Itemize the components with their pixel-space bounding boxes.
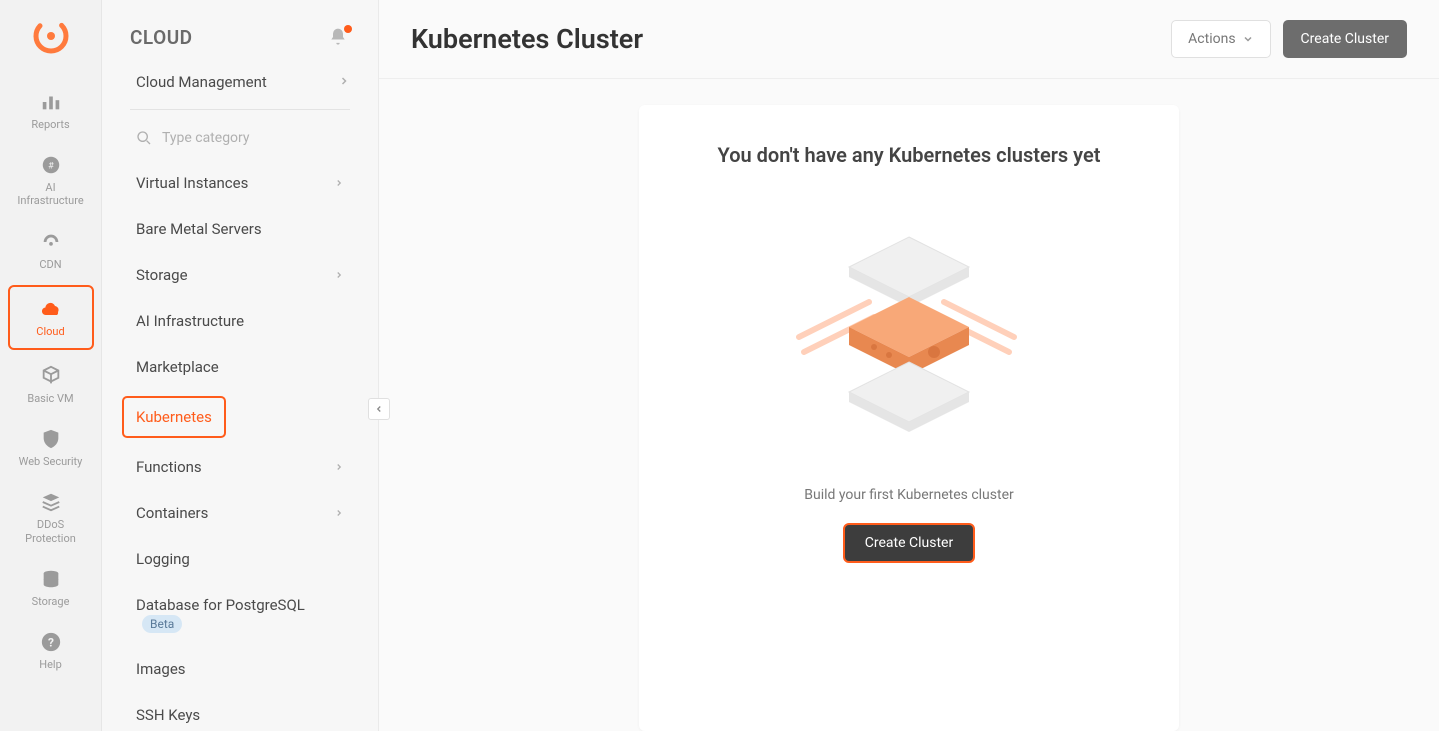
sidebar-item-label: Functions	[136, 458, 202, 476]
cloud-icon	[39, 297, 63, 321]
actions-dropdown-button[interactable]: Actions	[1171, 20, 1270, 58]
rail-item-storage[interactable]: Storage	[8, 559, 94, 616]
rail-item-label: DDoS Protection	[12, 518, 90, 544]
notifications-button[interactable]	[328, 27, 350, 49]
chevron-right-icon	[334, 266, 344, 284]
sidebar-item-ai-infra[interactable]: AI Infrastructure	[122, 298, 358, 344]
sidebar-item-virtual-instances[interactable]: Virtual Instances	[122, 160, 358, 206]
speedometer-icon	[39, 230, 63, 254]
empty-state-card: You don't have any Kubernetes clusters y…	[639, 105, 1179, 731]
rail-item-basic-vm[interactable]: Basic VM	[8, 356, 94, 413]
chevron-right-icon	[334, 174, 344, 192]
rail-item-label: AI Infrastructure	[12, 181, 90, 207]
sidebar-top-link-label: Cloud Management	[136, 73, 267, 91]
sidebar-item-images[interactable]: Images	[122, 646, 358, 692]
chevron-right-icon	[334, 504, 344, 522]
sidebar-item-label: Containers	[136, 504, 208, 522]
rail-item-ddos[interactable]: DDoS Protection	[8, 482, 94, 552]
sidebar-item-label: Images	[136, 660, 186, 678]
sidebar-item-logging[interactable]: Logging	[122, 536, 358, 582]
sidebar-item-postgres[interactable]: Database for PostgreSQL Beta	[122, 582, 358, 646]
chevron-right-icon	[338, 73, 350, 91]
sidebar-item-ssh-keys[interactable]: SSH Keys	[122, 692, 358, 731]
sidebar-item-label: Logging	[136, 550, 190, 568]
shield-icon	[39, 427, 63, 451]
main-header: Kubernetes Cluster Actions Create Cluste…	[379, 0, 1439, 79]
rail-item-label: Help	[39, 658, 62, 671]
chevron-down-icon	[1242, 33, 1254, 45]
search-box[interactable]	[102, 122, 378, 160]
sidebar-item-marketplace[interactable]: Marketplace	[122, 344, 358, 390]
rail-item-label: CDN	[39, 258, 61, 271]
create-cluster-button[interactable]: Create Cluster	[1283, 20, 1407, 58]
rail-item-label: Web Security	[19, 455, 83, 468]
beta-badge: Beta	[142, 615, 182, 633]
rail-item-cloud[interactable]: Cloud	[8, 285, 94, 350]
layers-icon	[39, 490, 63, 514]
sidebar-list: Virtual Instances Bare Metal Servers Sto…	[102, 160, 378, 731]
sidebar-item-label: Marketplace	[136, 358, 219, 376]
notification-dot-icon	[344, 25, 352, 33]
sidebar-item-label: AI Infrastructure	[136, 312, 244, 330]
sidebar-title: CLOUD	[130, 26, 193, 49]
rail-item-reports[interactable]: Reports	[8, 82, 94, 139]
sidebar-item-label: Virtual Instances	[136, 174, 248, 192]
rail-item-label: Cloud	[36, 325, 64, 338]
sidebar-item-label: Storage	[136, 266, 188, 284]
bar-chart-icon	[39, 90, 63, 114]
svg-text:#: #	[48, 162, 54, 172]
sidebar-item-storage[interactable]: Storage	[122, 252, 358, 298]
rail-item-cdn[interactable]: CDN	[8, 222, 94, 279]
rail-item-web-security[interactable]: Web Security	[8, 419, 94, 476]
sidebar-collapse-button[interactable]	[368, 398, 390, 420]
sidebar-item-label: Database for PostgreSQL	[136, 596, 305, 614]
secondary-sidebar: CLOUD Cloud Management Virtual Instances…	[102, 0, 379, 731]
sidebar-item-label: Kubernetes	[136, 408, 212, 426]
button-label: Actions	[1188, 31, 1235, 47]
main-body: You don't have any Kubernetes clusters y…	[379, 79, 1439, 731]
chip-icon: #	[39, 153, 63, 177]
brand-logo[interactable]	[33, 18, 69, 54]
divider	[130, 109, 350, 110]
cluster-illustration-icon	[779, 207, 1039, 447]
sidebar-item-label: Bare Metal Servers	[136, 220, 262, 238]
rail-item-label: Storage	[32, 595, 70, 608]
rail-item-label: Basic VM	[27, 392, 73, 405]
help-icon: ?	[39, 630, 63, 654]
sidebar-item-containers[interactable]: Containers	[122, 490, 358, 536]
svg-text:?: ?	[48, 635, 54, 649]
search-icon	[136, 130, 152, 146]
chevron-left-icon	[374, 404, 384, 414]
sidebar-item-bare-metal[interactable]: Bare Metal Servers	[122, 206, 358, 252]
rail-item-help[interactable]: ? Help	[8, 622, 94, 679]
sidebar-item-label: SSH Keys	[136, 706, 200, 724]
create-cluster-cta-button[interactable]: Create Cluster	[843, 523, 975, 563]
sidebar-top-link[interactable]: Cloud Management	[102, 61, 378, 109]
cube-icon	[39, 364, 63, 388]
database-icon	[39, 567, 63, 591]
main-content: Kubernetes Cluster Actions Create Cluste…	[379, 0, 1439, 731]
header-actions: Actions Create Cluster	[1171, 20, 1407, 58]
rail-item-ai-infra[interactable]: # AI Infrastructure	[8, 145, 94, 215]
button-label: Create Cluster	[1301, 31, 1389, 47]
category-search-input[interactable]	[162, 130, 350, 146]
empty-state-subtitle: Build your first Kubernetes cluster	[679, 487, 1139, 503]
page-title: Kubernetes Cluster	[411, 23, 643, 55]
chevron-right-icon	[334, 458, 344, 476]
rail-item-label: Reports	[31, 118, 69, 131]
sidebar-item-functions[interactable]: Functions	[122, 444, 358, 490]
sidebar-item-kubernetes[interactable]: Kubernetes	[122, 396, 226, 438]
button-label: Create Cluster	[865, 535, 953, 551]
empty-state-title: You don't have any Kubernetes clusters y…	[679, 143, 1139, 167]
left-rail: Reports # AI Infrastructure CDN Cloud Ba…	[0, 0, 102, 731]
